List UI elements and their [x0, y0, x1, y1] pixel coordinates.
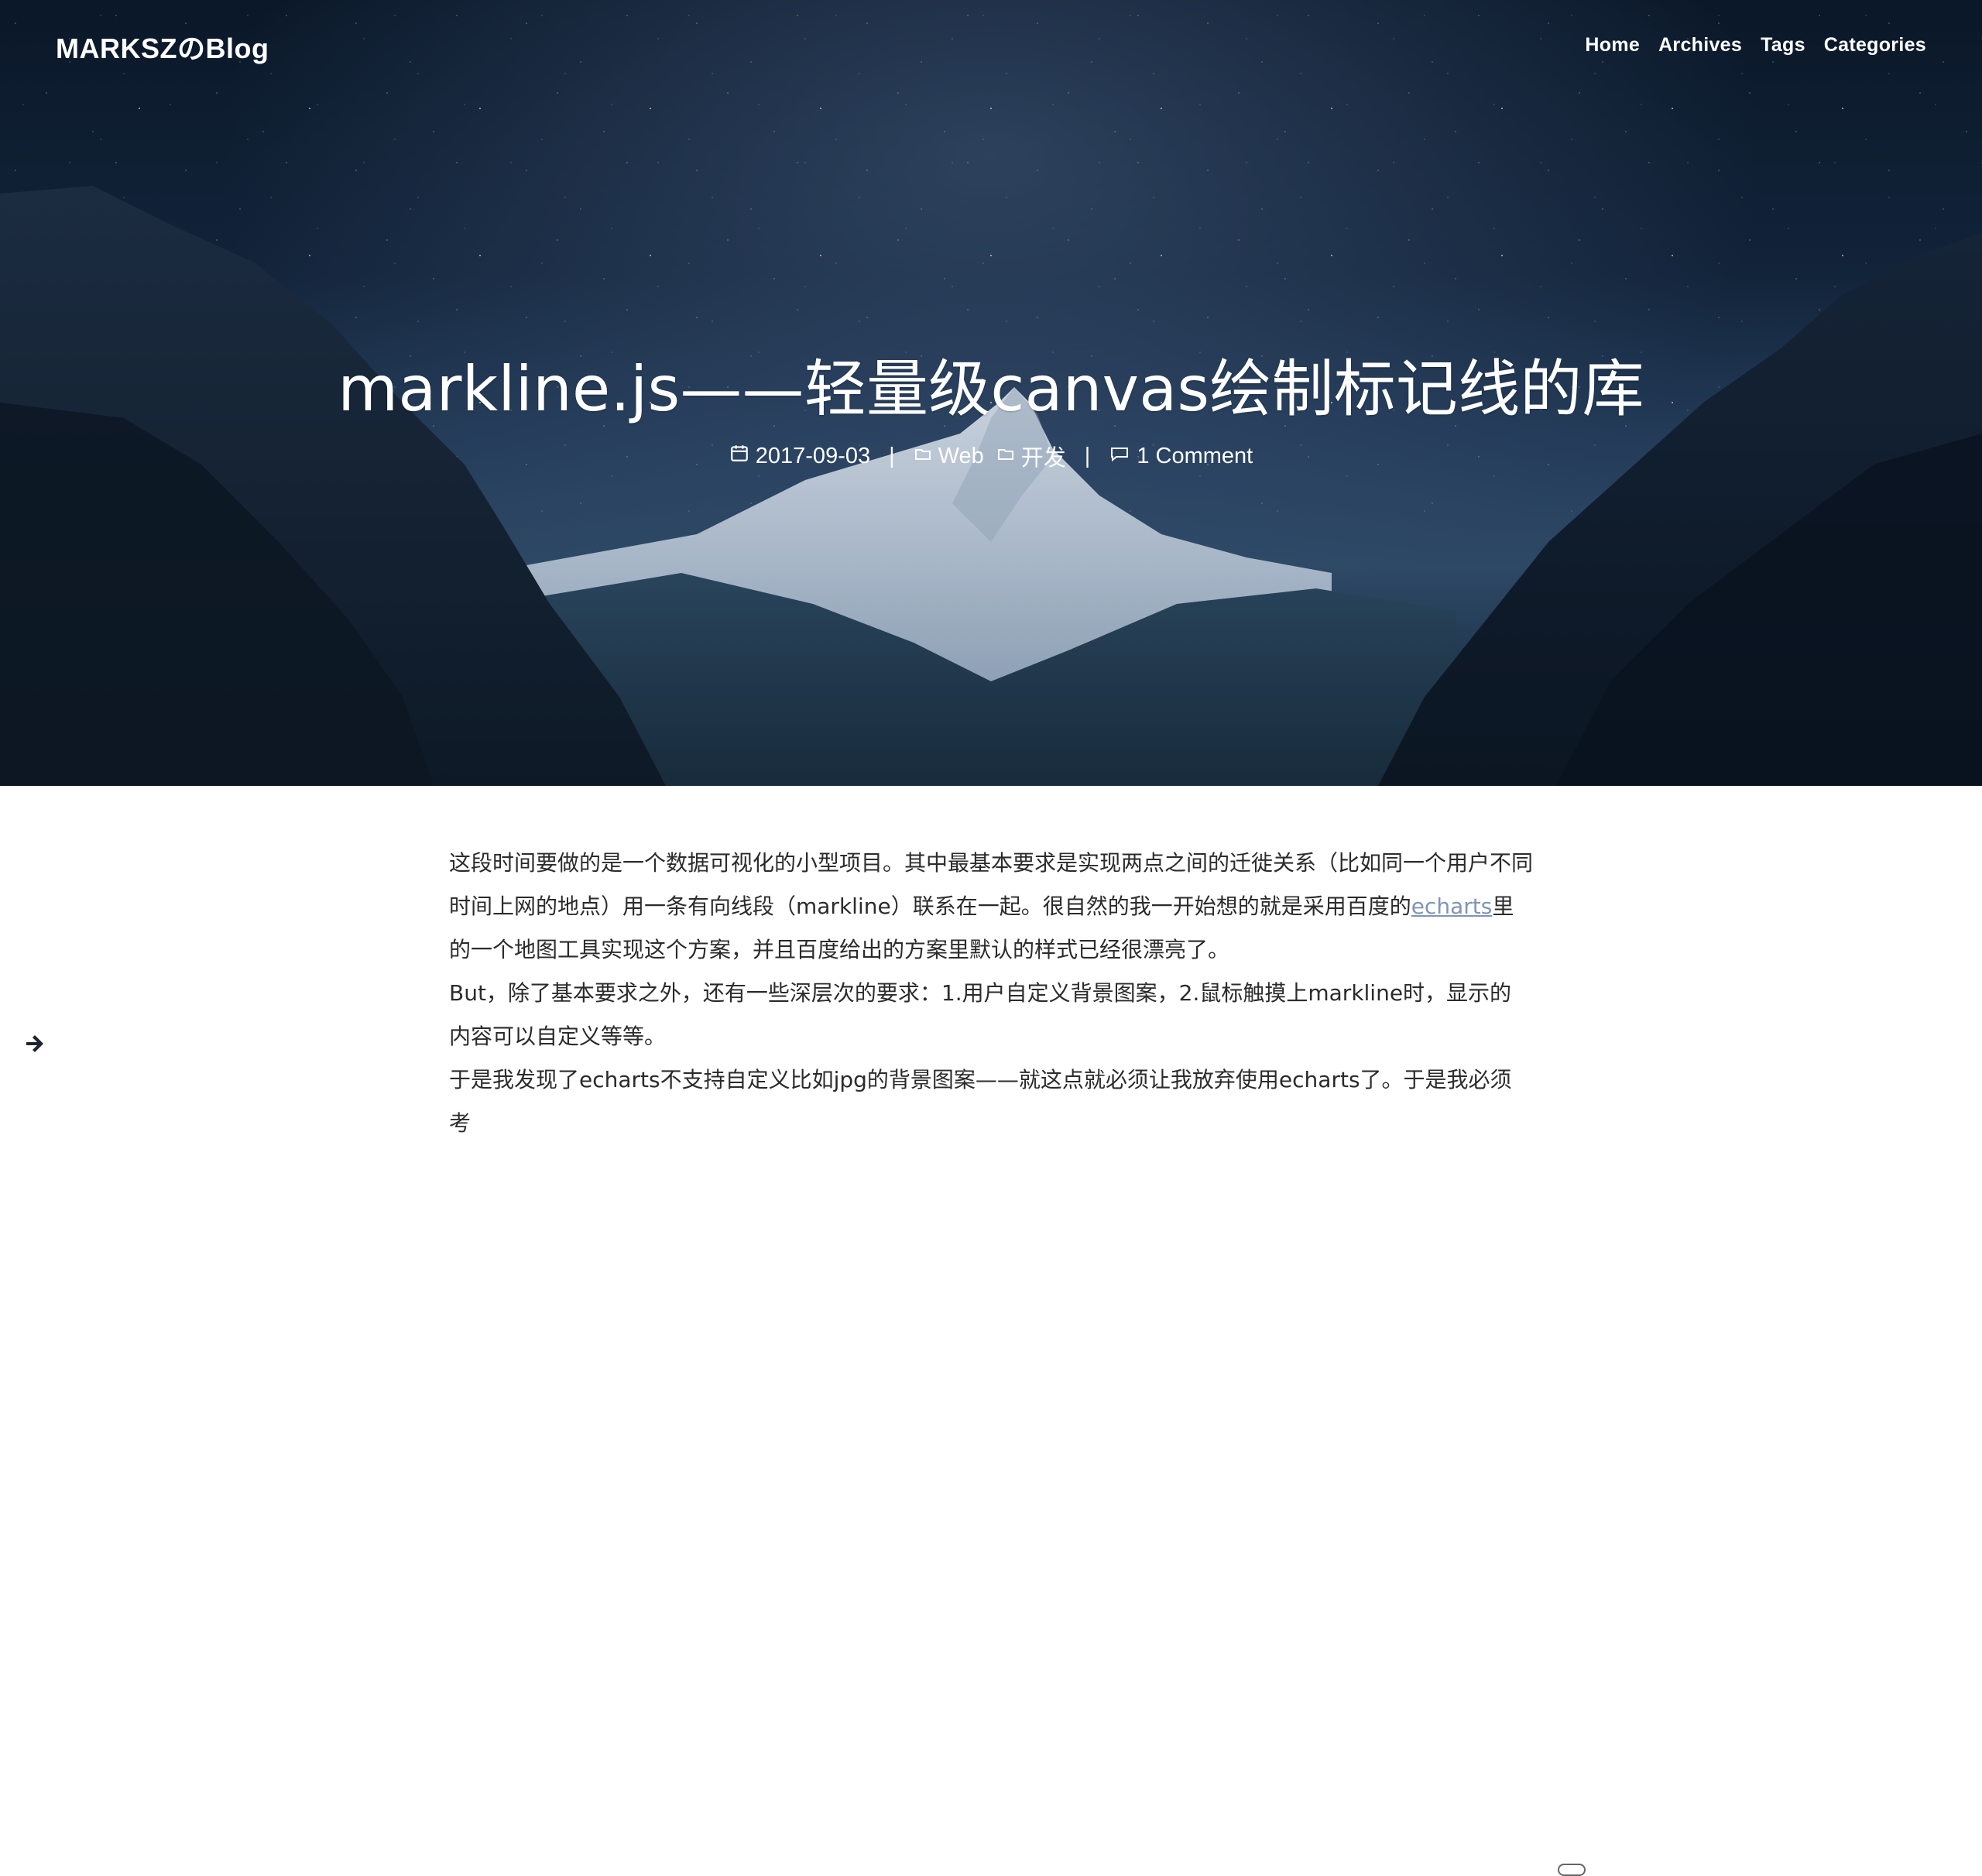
- meta-separator: |: [889, 443, 895, 468]
- article-paragraph: But，除了基本要求之外，还有一些深层次的要求：1.用户自定义背景图案，2.鼠标…: [449, 980, 1512, 1049]
- folder-icon: [996, 444, 1015, 469]
- article-paragraph: 于是我发现了echarts不支持自定义比如jpg的背景图案——就这点就必须让我放…: [449, 1067, 1512, 1136]
- comments-link[interactable]: 1 Comment: [1109, 444, 1253, 469]
- echarts-link[interactable]: echarts: [1411, 893, 1493, 919]
- folder-icon: [914, 444, 932, 469]
- hero-banner: MARKSZのBlog Home Archives Tags Categorie…: [0, 0, 1982, 786]
- category-web-label: Web: [938, 443, 984, 468]
- article-body: 这段时间要做的是一个数据可视化的小型项目。其中最基本要求是实现两点之间的迁徙关系…: [449, 842, 1533, 1145]
- site-brand-link[interactable]: MARKSZのBlog: [56, 26, 269, 67]
- post-title: markline.js——轻量级canvas绘制标记线的库: [338, 353, 1644, 425]
- nav-tags-link[interactable]: Tags: [1761, 34, 1805, 57]
- article-paragraph: 这段时间要做的是一个数据可视化的小型项目。其中最基本要求是实现两点之间的迁徙关系…: [449, 842, 1533, 972]
- category-web-link[interactable]: Web: [914, 444, 984, 469]
- meta-separator: |: [1084, 443, 1091, 468]
- nav-archives-link[interactable]: Archives: [1658, 34, 1742, 57]
- calendar-icon: [729, 443, 749, 469]
- nav-home-link[interactable]: Home: [1585, 34, 1640, 57]
- top-navigation: MARKSZのBlog Home Archives Tags Categorie…: [0, 0, 1982, 93]
- scroll-indicator[interactable]: [1558, 1864, 1586, 1876]
- post-date-text: 2017-09-03: [755, 443, 871, 468]
- nav-links: Home Archives Tags Categories: [1585, 34, 1926, 57]
- post-date: 2017-09-03: [729, 443, 870, 469]
- category-dev-link[interactable]: 开发: [996, 440, 1066, 472]
- article-area: 这段时间要做的是一个数据可视化的小型项目。其中最基本要求是实现两点之间的迁徙关系…: [0, 786, 1982, 1876]
- comment-icon: [1109, 444, 1130, 469]
- category-dev-label: 开发: [1020, 446, 1066, 471]
- comments-count: 1 Comment: [1137, 443, 1253, 468]
- nav-categories-link[interactable]: Categories: [1824, 34, 1926, 57]
- arrow-right-icon[interactable]: [22, 1031, 46, 1056]
- paragraph-text: 这段时间要做的是一个数据可视化的小型项目。其中最基本要求是实现两点之间的迁徙关系…: [449, 850, 1534, 919]
- post-meta: 2017-09-03 | Web 开发 | 1 Comment: [0, 440, 1982, 472]
